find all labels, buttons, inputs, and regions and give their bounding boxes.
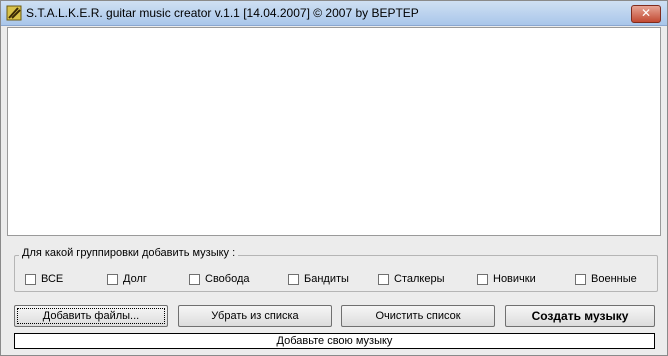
checkbox-label: Свобода (205, 273, 250, 285)
checkbox-all[interactable]: ВСЕ (25, 273, 63, 285)
clear-list-button[interactable]: Очистить список (341, 305, 495, 327)
checkbox-newbies[interactable]: Новички (477, 273, 536, 285)
close-button[interactable]: ✕ (631, 5, 661, 23)
app-window: S.T.A.L.K.E.R. guitar music creator v.1.… (0, 0, 668, 356)
checkbox-label: Сталкеры (394, 273, 445, 285)
checkbox-label: Долг (123, 273, 147, 285)
status-bar: Добавьте свою музыку (14, 333, 655, 349)
checkbox-military[interactable]: Военные (575, 273, 637, 285)
checkbox-icon[interactable] (189, 273, 200, 285)
checkbox-icon[interactable] (575, 273, 586, 285)
close-icon: ✕ (640, 6, 652, 20)
checkbox-stalkers[interactable]: Сталкеры (378, 273, 444, 285)
create-music-button[interactable]: Создать музыку (505, 305, 655, 327)
checkbox-svoboda[interactable]: Свобода (189, 273, 250, 285)
checkbox-icon[interactable] (477, 273, 488, 285)
checkbox-icon[interactable] (378, 273, 389, 285)
checkbox-label: Новички (493, 273, 536, 285)
checkbox-icon[interactable] (25, 273, 36, 285)
checkbox-label: ВСЕ (41, 273, 64, 285)
checkbox-icon[interactable] (107, 273, 118, 285)
guitar-app-icon (6, 5, 22, 21)
music-file-list[interactable] (7, 27, 661, 236)
add-files-button[interactable]: Добавить файлы... (14, 305, 168, 327)
checkbox-label: Бандиты (304, 273, 349, 285)
faction-groupbox-label: Для какой группировки добавить музыку : (19, 247, 239, 259)
checkbox-dolg[interactable]: Долг (107, 273, 147, 285)
window-title: S.T.A.L.K.E.R. guitar music creator v.1.… (26, 6, 419, 20)
title-bar[interactable]: S.T.A.L.K.E.R. guitar music creator v.1.… (1, 1, 667, 26)
checkbox-icon[interactable] (288, 273, 299, 285)
remove-from-list-button[interactable]: Убрать из списка (178, 305, 332, 327)
checkbox-bandits[interactable]: Бандиты (288, 273, 349, 285)
checkbox-label: Военные (591, 273, 637, 285)
